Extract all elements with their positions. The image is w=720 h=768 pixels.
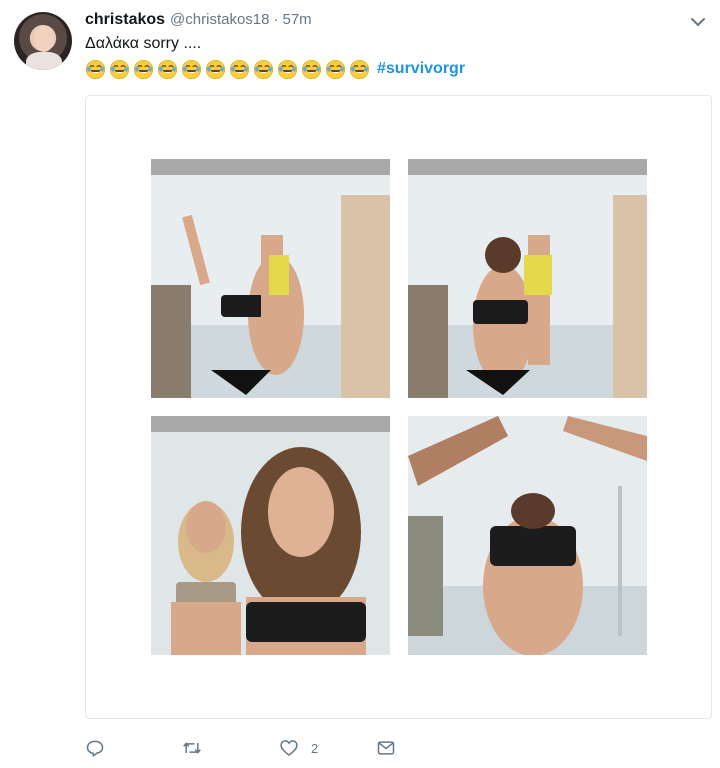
direct-message-button[interactable] — [376, 738, 473, 758]
tweet-header: christakos @christakos18 · 57m — [85, 11, 680, 33]
display-name[interactable]: christakos — [85, 11, 165, 29]
avatar-face — [34, 26, 54, 52]
photo-panel-2[interactable] — [408, 159, 647, 398]
retweet-button[interactable] — [182, 738, 279, 758]
tweet: christakos @christakos18 · 57m Δαλάκα so… — [0, 0, 720, 768]
avatar[interactable] — [14, 12, 72, 70]
emoji-container — [85, 59, 373, 80]
avatar-body — [26, 52, 62, 70]
photo-panel-1[interactable] — [151, 159, 390, 398]
retweet-icon — [183, 742, 201, 754]
reply-button[interactable] — [85, 738, 182, 758]
chevron-down-icon[interactable] — [688, 12, 708, 32]
like-count: 2 — [311, 740, 319, 756]
photo-panel-4[interactable] — [408, 416, 647, 655]
tears-of-joy-emoji-icon — [229, 59, 250, 79]
panel-header-bar — [151, 416, 390, 432]
like-button[interactable]: 2 — [279, 738, 376, 758]
tears-of-joy-emoji-icon — [253, 59, 274, 79]
heart-icon — [280, 740, 298, 756]
reply-icon — [86, 740, 104, 757]
tweet-actions: 2 — [85, 736, 473, 760]
tears-of-joy-emoji-icon — [277, 59, 298, 79]
photo-scene — [408, 416, 647, 655]
tears-of-joy-emoji-icon — [205, 59, 226, 79]
hashtag-link[interactable]: #survivorgr — [377, 60, 465, 78]
tears-of-joy-emoji-icon — [301, 59, 322, 79]
photo-scene — [408, 175, 647, 398]
tears-of-joy-emoji-icon — [325, 59, 346, 79]
tweet-text: Δαλάκα sorry .... — [85, 35, 202, 52]
tears-of-joy-emoji-icon — [133, 59, 154, 79]
tears-of-joy-emoji-icon — [157, 59, 178, 79]
tears-of-joy-emoji-icon — [181, 59, 202, 79]
emoji-row: #survivorgr — [85, 57, 465, 81]
user-handle[interactable]: @christakos18 — [170, 11, 269, 28]
panel-header-bar — [408, 159, 647, 175]
tears-of-joy-emoji-icon — [109, 59, 130, 79]
photo-scene — [151, 432, 390, 655]
photo-panel-3[interactable] — [151, 416, 390, 655]
tears-of-joy-emoji-icon — [85, 59, 106, 79]
tears-of-joy-emoji-icon — [349, 59, 370, 79]
panel-header-bar — [151, 159, 390, 175]
photo-scene — [151, 175, 390, 398]
envelope-icon — [377, 741, 395, 755]
separator-dot: · — [273, 11, 279, 28]
tweet-timestamp[interactable]: 57m — [282, 11, 311, 28]
